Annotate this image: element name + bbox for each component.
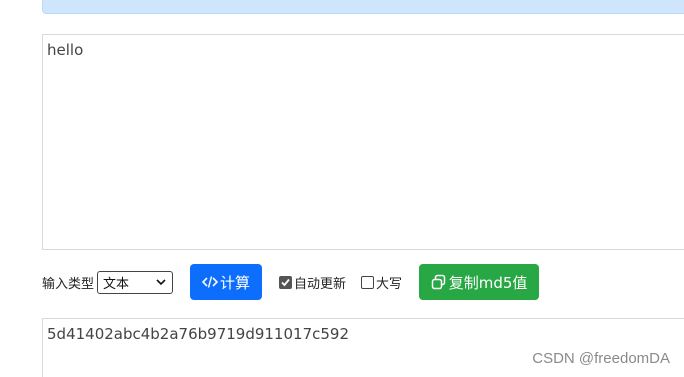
copy-icon xyxy=(431,274,447,290)
copy-md5-button-label: 复制md5值 xyxy=(448,273,528,292)
code-icon xyxy=(202,275,218,289)
uppercase-checkbox[interactable]: 大写 xyxy=(361,273,402,292)
md5-tool-page: hello 输入类型 文本 计算 自动更新 大写 复制md5值 5d41402a… xyxy=(0,0,684,377)
auto-update-checkbox[interactable]: 自动更新 xyxy=(279,273,346,292)
copy-md5-button[interactable]: 复制md5值 xyxy=(419,264,540,300)
input-textarea[interactable]: hello xyxy=(42,34,684,250)
auto-update-label: 自动更新 xyxy=(294,276,347,292)
info-alert-bar xyxy=(42,0,684,14)
chevron-down-icon xyxy=(155,276,167,288)
input-type-label: 输入类型 xyxy=(42,276,95,292)
csdn-watermark: CSDN @freedomDA xyxy=(532,350,670,367)
checkbox-checked-icon xyxy=(279,275,293,289)
uppercase-label: 大写 xyxy=(376,276,403,292)
md5-output-textarea[interactable]: 5d41402abc4b2a76b9719d911017c592 xyxy=(42,318,684,377)
input-type-select[interactable]: 文本 xyxy=(97,270,174,294)
calculate-button[interactable]: 计算 xyxy=(190,264,263,300)
calculate-button-label: 计算 xyxy=(220,273,251,292)
controls-row: 输入类型 文本 计算 自动更新 大写 复制md5值 xyxy=(42,264,684,300)
checkbox-unchecked-icon xyxy=(361,275,375,289)
input-type-select-value: 文本 xyxy=(103,276,130,292)
